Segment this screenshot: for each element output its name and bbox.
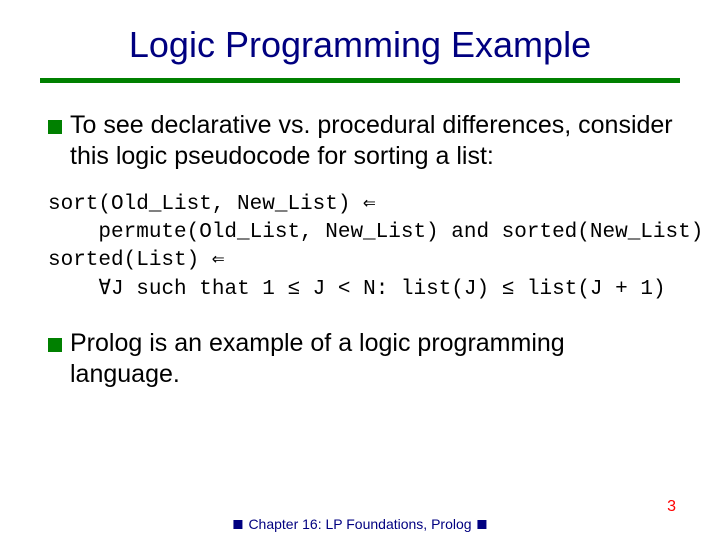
code-line: sorted(List) ⇐ bbox=[48, 249, 224, 272]
slide-title: Logic Programming Example bbox=[40, 24, 680, 66]
bullet-text: Prolog is an example of a logic programm… bbox=[70, 328, 678, 391]
slide: Logic Programming Example To see declara… bbox=[0, 0, 720, 540]
code-block: sort(Old_List, New_List) ⇐ permute(Old_L… bbox=[48, 191, 678, 304]
bullet-item: Prolog is an example of a logic programm… bbox=[48, 328, 678, 391]
square-bullet-icon bbox=[233, 520, 242, 529]
footer-center: Chapter 16: LP Foundations, Prolog bbox=[233, 516, 486, 532]
slide-body: To see declarative vs. procedural differ… bbox=[48, 110, 678, 408]
title-underline bbox=[40, 78, 680, 83]
square-bullet-icon bbox=[478, 520, 487, 529]
bullet-text: To see declarative vs. procedural differ… bbox=[70, 110, 678, 173]
square-bullet-icon bbox=[48, 338, 62, 352]
page-number: 3 bbox=[667, 498, 676, 516]
square-bullet-icon bbox=[48, 120, 62, 134]
footer-text: Chapter 16: LP Foundations, Prolog bbox=[248, 516, 471, 532]
code-line: ∀J such that 1 ≤ J < N: list(J) ≤ list(J… bbox=[48, 278, 666, 301]
bullet-item: To see declarative vs. procedural differ… bbox=[48, 110, 678, 173]
code-line: sort(Old_List, New_List) ⇐ bbox=[48, 193, 376, 216]
code-line: permute(Old_List, New_List) and sorted(N… bbox=[48, 221, 703, 244]
